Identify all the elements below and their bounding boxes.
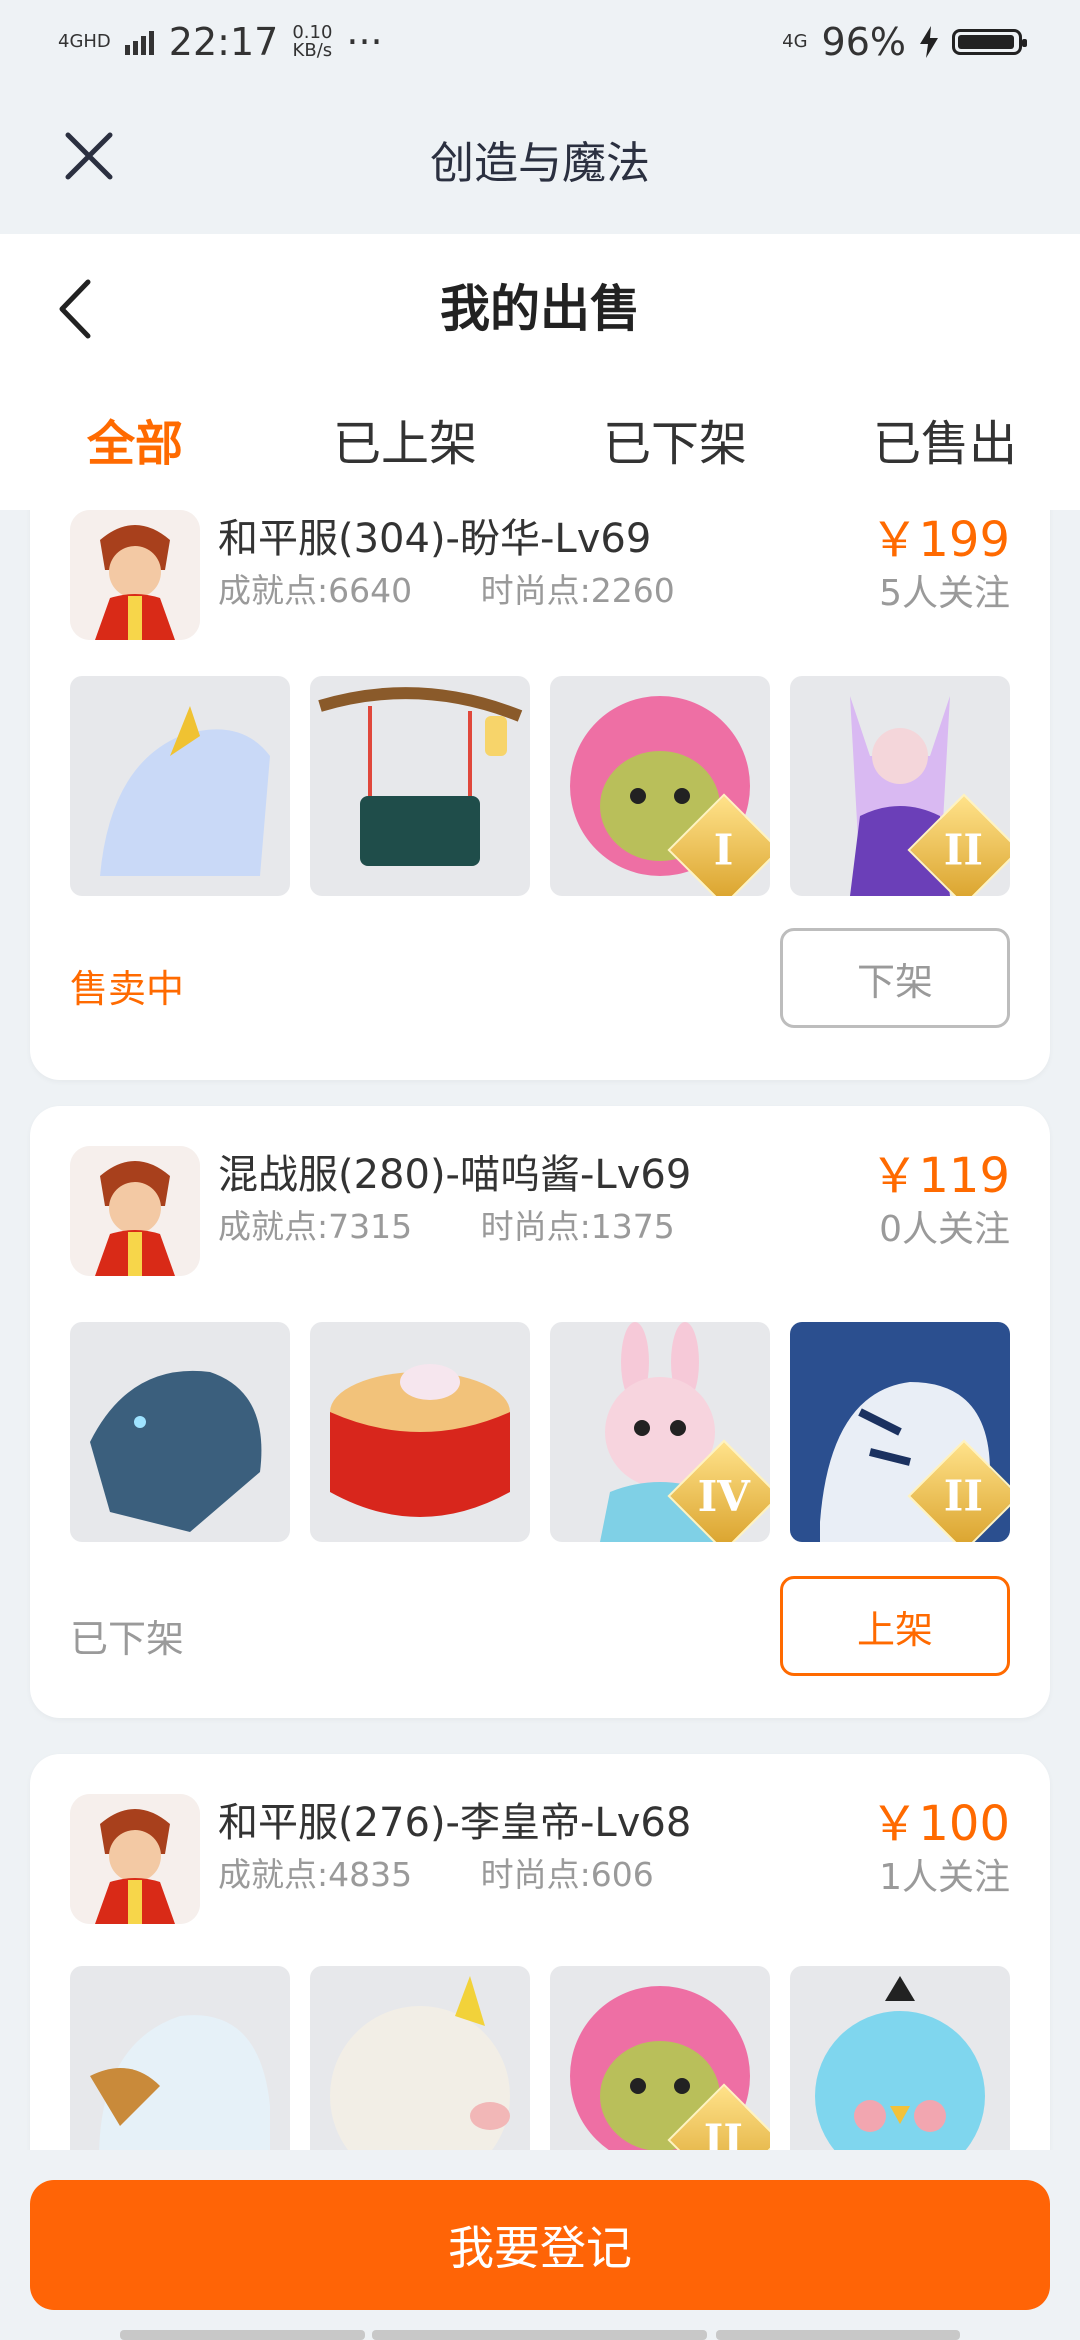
fashion-points: 时尚点:2260: [480, 571, 675, 610]
listing-status: 已下架: [70, 1617, 185, 1661]
register-button[interactable]: 我要登记: [30, 2180, 1050, 2310]
avatar: [70, 1794, 200, 1924]
listing-card[interactable]: 和平服(276)-李皇帝-Lv68 成就点:4835 时尚点:606 ￥100 …: [30, 1754, 1050, 2150]
character-avatar-icon: [70, 510, 200, 640]
bunny-pet-icon[interactable]: IV: [550, 1322, 770, 1542]
listing-title: 和平服(304)-盼华-Lv69: [218, 516, 652, 562]
unicorn-pig-icon[interactable]: [310, 1966, 530, 2150]
item-thumbnails: II: [70, 1966, 1010, 2150]
more-dots: ···: [346, 20, 383, 64]
fox-spirit-icon[interactable]: II: [790, 676, 1010, 896]
achievement-points: 成就点:7315: [218, 1207, 413, 1246]
network-speed: 0.10 KB/s: [292, 24, 332, 60]
follow-count: 1人关注: [879, 1857, 1010, 1898]
ice-horse-mount-icon[interactable]: [70, 676, 290, 896]
pink-bear-pet-icon[interactable]: I: [550, 676, 770, 896]
avatar: [70, 510, 200, 640]
speed-unit: KB/s: [292, 40, 333, 61]
ice-dragon-icon[interactable]: [70, 1322, 290, 1542]
tab-delisted[interactable]: 已下架: [540, 394, 810, 494]
page-title: 我的出售: [440, 280, 640, 338]
status-bar: 4GHD 22:17 0.10 KB/s ··· 4G 96%: [0, 0, 1080, 84]
delist-button[interactable]: 下架: [780, 928, 1010, 1028]
avatar: [70, 1146, 200, 1276]
listing-list[interactable]: 和平服(304)-盼华-Lv69 成就点:6640 时尚点:2260 ￥199 …: [0, 510, 1080, 2150]
signal-icon: [124, 31, 154, 55]
battery-percent: 96%: [821, 20, 906, 64]
network-type: 4G: [782, 31, 808, 52]
listing-title: 混战服(280)-喵呜酱-Lv69: [218, 1152, 692, 1198]
achievement-points: 成就点:4835: [218, 1855, 413, 1894]
listing-price: ￥119: [870, 1148, 1010, 1204]
battery-icon: [952, 29, 1027, 55]
red-drum-icon[interactable]: [310, 1322, 530, 1542]
page-header: 我的出售 全部 已上架 已下架 已售出: [0, 234, 1080, 510]
character-avatar-icon: [70, 1794, 200, 1924]
listing-title: 和平服(276)-李皇帝-Lv68: [218, 1800, 692, 1846]
status-right: 4G 96%: [782, 20, 1027, 64]
white-tiger-icon[interactable]: II: [790, 1322, 1010, 1542]
follow-count: 0人关注: [879, 1209, 1010, 1250]
close-icon[interactable]: [62, 129, 116, 183]
achievement-points: 成就点:6640: [218, 571, 413, 610]
status-left: 4GHD 22:17 0.10 KB/s ···: [58, 20, 383, 64]
listing-price: ￥100: [870, 1796, 1010, 1852]
item-thumbnails: I II: [70, 676, 1010, 896]
filter-tabs: 全部 已上架 已下架 已售出: [0, 394, 1080, 494]
eagle-mount-icon[interactable]: [70, 1966, 290, 2150]
listing-stats: 成就点:7315 时尚点:1375: [218, 1200, 733, 1248]
network-indicator: 4GHD: [58, 31, 111, 52]
app-title: 创造与魔法: [430, 138, 650, 189]
item-thumbnails: IV II: [70, 1322, 1010, 1542]
nav-indicator: [372, 2330, 707, 2340]
listing-status: 售卖中: [70, 967, 185, 1011]
relist-button[interactable]: 上架: [780, 1576, 1010, 1676]
clock: 22:17: [168, 20, 279, 64]
listing-stats: 成就点:6640 时尚点:2260: [218, 564, 733, 612]
tab-all[interactable]: 全部: [0, 394, 270, 494]
listing-price: ￥199: [870, 512, 1010, 568]
app-title-bar: 创造与魔法: [0, 84, 1080, 234]
listing-card[interactable]: 和平服(304)-盼华-Lv69 成就点:6640 时尚点:2260 ￥199 …: [30, 510, 1050, 1080]
follow-count: 5人关注: [879, 573, 1010, 614]
pink-bear-pet-icon[interactable]: II: [550, 1966, 770, 2150]
tab-sold[interactable]: 已售出: [810, 394, 1080, 494]
blue-bird-pet-icon[interactable]: [790, 1966, 1010, 2150]
listing-stats: 成就点:4835 时尚点:606: [218, 1848, 712, 1896]
fashion-points: 时尚点:606: [480, 1855, 654, 1894]
charging-icon: [920, 26, 938, 58]
nav-indicator: [716, 2330, 960, 2340]
swing-chair-icon[interactable]: [310, 676, 530, 896]
tab-listed[interactable]: 已上架: [270, 394, 540, 494]
nav-indicator: [120, 2330, 365, 2340]
fashion-points: 时尚点:1375: [480, 1207, 675, 1246]
character-avatar-icon: [70, 1146, 200, 1276]
listing-card[interactable]: 混战服(280)-喵呜酱-Lv69 成就点:7315 时尚点:1375 ￥119…: [30, 1106, 1050, 1718]
